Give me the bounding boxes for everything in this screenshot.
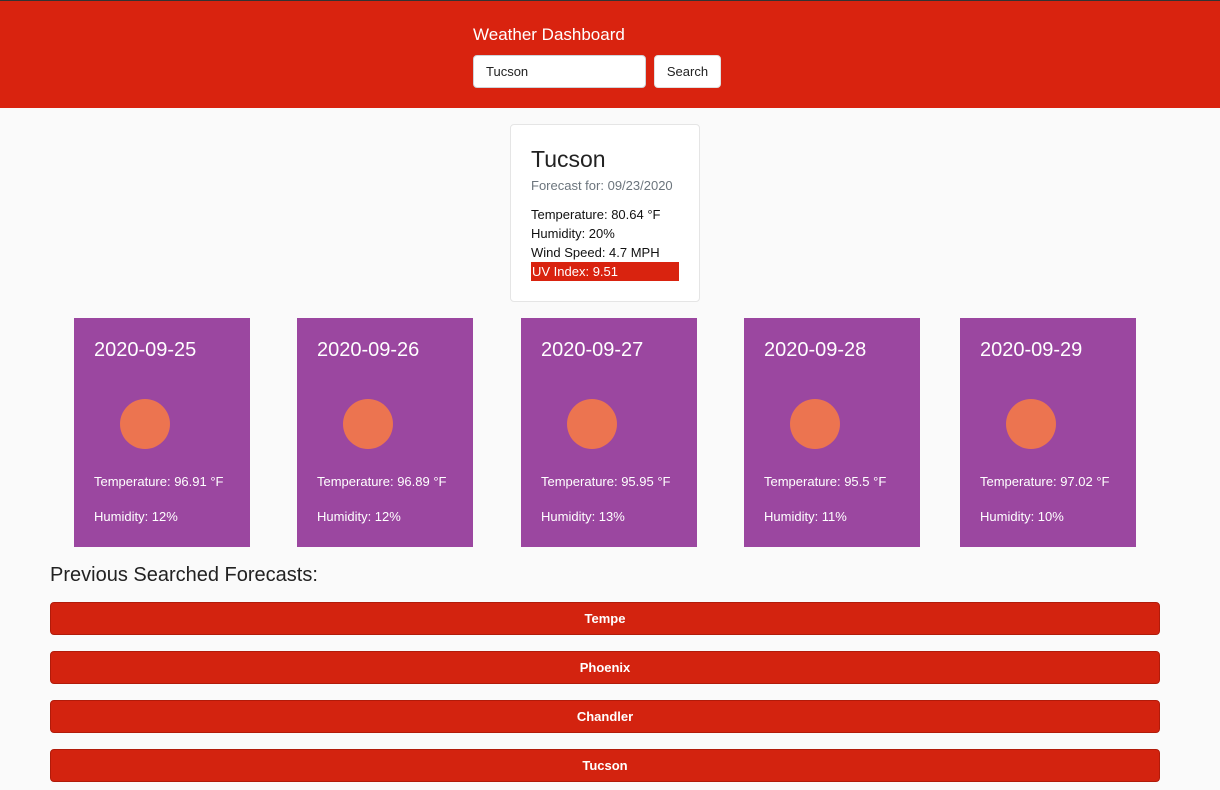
forecast-card-temperature: Temperature: 96.89 °F bbox=[317, 474, 447, 489]
forecast-card: 2020-09-27 Temperature: 95.95 °F Humidit… bbox=[521, 318, 697, 547]
history-city-button[interactable]: Tempe bbox=[50, 602, 1160, 635]
history-city-button[interactable]: Tucson bbox=[50, 749, 1160, 782]
search-button[interactable]: Search bbox=[654, 55, 721, 88]
header-bar: Weather Dashboard Search bbox=[0, 0, 1220, 108]
city-search-input[interactable] bbox=[473, 55, 646, 88]
current-forecast-date: Forecast for: 09/23/2020 bbox=[531, 178, 679, 194]
current-humidity: Humidity: 20% bbox=[531, 226, 615, 241]
forecast-card: 2020-09-26 Temperature: 96.89 °F Humidit… bbox=[297, 318, 473, 547]
forecast-card: 2020-09-29 Temperature: 97.02 °F Humidit… bbox=[960, 318, 1136, 547]
forecast-date-value: 09/23/2020 bbox=[607, 178, 673, 193]
current-temperature: Temperature: 80.64 °F bbox=[531, 207, 661, 222]
history-heading: Previous Searched Forecasts: bbox=[50, 564, 318, 586]
forecast-card-temperature: Temperature: 95.95 °F bbox=[541, 474, 671, 489]
sun-icon bbox=[343, 399, 393, 449]
forecast-card-humidity: Humidity: 12% bbox=[94, 509, 178, 524]
forecast-date-prefix: Forecast for: bbox=[531, 178, 604, 193]
current-stats: Temperature: 80.64 °F Humidity: 20% Wind… bbox=[531, 205, 679, 281]
forecast-card-humidity: Humidity: 12% bbox=[317, 509, 401, 524]
history-city-button[interactable]: Chandler bbox=[50, 700, 1160, 733]
forecast-card-temperature: Temperature: 95.5 °F bbox=[764, 474, 887, 489]
forecast-card-date: 2020-09-28 bbox=[764, 339, 867, 361]
forecast-card-temperature: Temperature: 97.02 °F bbox=[980, 474, 1110, 489]
uv-index-badge: UV Index: 9.51 bbox=[531, 262, 679, 281]
current-city-name: Tucson bbox=[531, 146, 606, 172]
sun-icon bbox=[120, 399, 170, 449]
forecast-card-humidity: Humidity: 13% bbox=[541, 509, 625, 524]
sun-icon bbox=[567, 399, 617, 449]
history-city-button[interactable]: Phoenix bbox=[50, 651, 1160, 684]
forecast-card: 2020-09-28 Temperature: 95.5 °F Humidity… bbox=[744, 318, 920, 547]
forecast-card-humidity: Humidity: 11% bbox=[764, 509, 847, 524]
forecast-card-humidity: Humidity: 10% bbox=[980, 509, 1064, 524]
forecast-card-date: 2020-09-25 bbox=[94, 339, 197, 361]
sun-icon bbox=[1006, 399, 1056, 449]
forecast-card-date: 2020-09-26 bbox=[317, 339, 420, 361]
current-wind-speed: Wind Speed: 4.7 MPH bbox=[531, 245, 660, 260]
forecast-card-date: 2020-09-29 bbox=[980, 339, 1083, 361]
current-weather-card: Tucson Forecast for: 09/23/2020 Temperat… bbox=[510, 124, 700, 302]
page-title: Weather Dashboard bbox=[473, 25, 625, 44]
forecast-card-temperature: Temperature: 96.91 °F bbox=[94, 474, 224, 489]
sun-icon bbox=[790, 399, 840, 449]
forecast-card-date: 2020-09-27 bbox=[541, 339, 644, 361]
forecast-card: 2020-09-25 Temperature: 96.91 °F Humidit… bbox=[74, 318, 250, 547]
